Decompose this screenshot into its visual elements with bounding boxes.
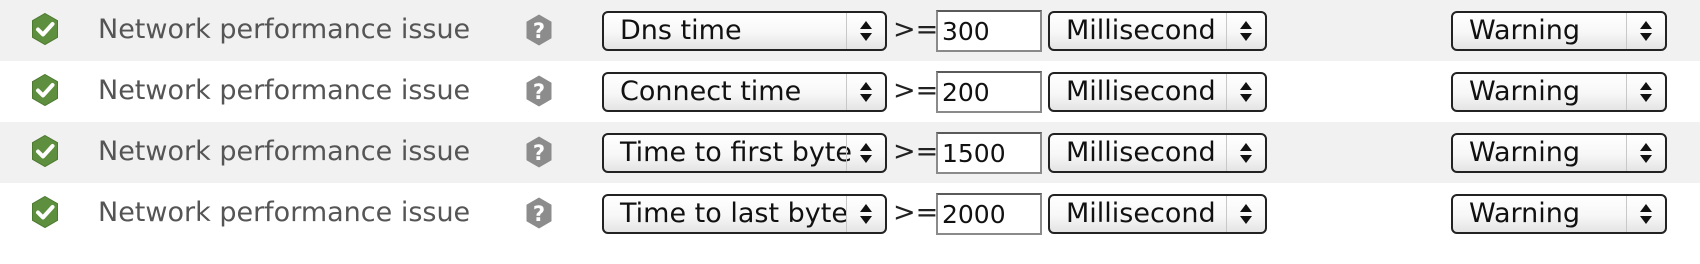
question-mark-icon[interactable]: ? xyxy=(522,196,556,230)
up-down-arrows-icon xyxy=(1226,135,1265,171)
up-down-arrows-icon xyxy=(846,135,885,171)
up-down-arrows-icon xyxy=(846,13,885,49)
check-circle-icon xyxy=(32,73,58,107)
up-down-arrows-icon xyxy=(1626,74,1665,110)
operator-label: >= xyxy=(893,136,939,167)
up-down-arrows-icon xyxy=(1626,135,1665,171)
alert-rules-list: Network performance issue ? Dns time >= … xyxy=(0,0,1700,264)
unit-select-value: Millisecond xyxy=(1066,15,1216,46)
severity-select-value: Warning xyxy=(1469,198,1581,229)
rule-row: Network performance issue ? Time to last… xyxy=(0,183,1700,244)
check-circle-icon xyxy=(32,12,58,46)
metric-select[interactable]: Time to first byte xyxy=(602,133,887,173)
operator-label: >= xyxy=(893,14,939,45)
issue-label: Network performance issue xyxy=(98,136,471,167)
threshold-input[interactable] xyxy=(936,71,1042,113)
svg-text:?: ? xyxy=(533,141,545,165)
up-down-arrows-icon xyxy=(846,74,885,110)
svg-text:?: ? xyxy=(533,202,545,226)
metric-select-value: Time to first byte xyxy=(620,137,853,168)
unit-select[interactable]: Millisecond xyxy=(1048,194,1267,234)
question-mark-icon[interactable]: ? xyxy=(522,74,556,108)
unit-select[interactable]: Millisecond xyxy=(1048,72,1267,112)
question-mark-icon[interactable]: ? xyxy=(522,13,556,47)
up-down-arrows-icon xyxy=(1226,74,1265,110)
severity-select[interactable]: Warning xyxy=(1451,72,1667,112)
metric-select-value: Dns time xyxy=(620,15,742,46)
svg-text:?: ? xyxy=(533,19,545,43)
operator-label: >= xyxy=(893,197,939,228)
severity-select[interactable]: Warning xyxy=(1451,11,1667,51)
severity-select-value: Warning xyxy=(1469,76,1581,107)
metric-select-value: Connect time xyxy=(620,76,802,107)
svg-text:?: ? xyxy=(533,80,545,104)
severity-select[interactable]: Warning xyxy=(1451,194,1667,234)
unit-select-value: Millisecond xyxy=(1066,76,1216,107)
metric-select[interactable]: Connect time xyxy=(602,72,887,112)
issue-label: Network performance issue xyxy=(98,197,471,228)
rule-row: Network performance issue ? Dns time >= … xyxy=(0,0,1700,61)
issue-label: Network performance issue xyxy=(98,75,471,106)
check-circle-icon xyxy=(32,134,58,168)
up-down-arrows-icon xyxy=(1626,13,1665,49)
up-down-arrows-icon xyxy=(1226,13,1265,49)
unit-select[interactable]: Millisecond xyxy=(1048,133,1267,173)
operator-label: >= xyxy=(893,75,939,106)
severity-select-value: Warning xyxy=(1469,15,1581,46)
metric-select-value: Time to last byte xyxy=(620,198,848,229)
unit-select-value: Millisecond xyxy=(1066,198,1216,229)
severity-select[interactable]: Warning xyxy=(1451,133,1667,173)
up-down-arrows-icon xyxy=(1226,196,1265,232)
rule-row: Network performance issue ? Time to firs… xyxy=(0,122,1700,183)
up-down-arrows-icon xyxy=(846,196,885,232)
metric-select[interactable]: Time to last byte xyxy=(602,194,887,234)
threshold-input[interactable] xyxy=(936,132,1042,174)
rule-row: Network performance issue ? Connect time… xyxy=(0,61,1700,122)
issue-label: Network performance issue xyxy=(98,14,471,45)
threshold-input[interactable] xyxy=(936,193,1042,235)
unit-select[interactable]: Millisecond xyxy=(1048,11,1267,51)
check-circle-icon xyxy=(32,195,58,229)
severity-select-value: Warning xyxy=(1469,137,1581,168)
unit-select-value: Millisecond xyxy=(1066,137,1216,168)
up-down-arrows-icon xyxy=(1626,196,1665,232)
question-mark-icon[interactable]: ? xyxy=(522,135,556,169)
metric-select[interactable]: Dns time xyxy=(602,11,887,51)
threshold-input[interactable] xyxy=(936,10,1042,52)
